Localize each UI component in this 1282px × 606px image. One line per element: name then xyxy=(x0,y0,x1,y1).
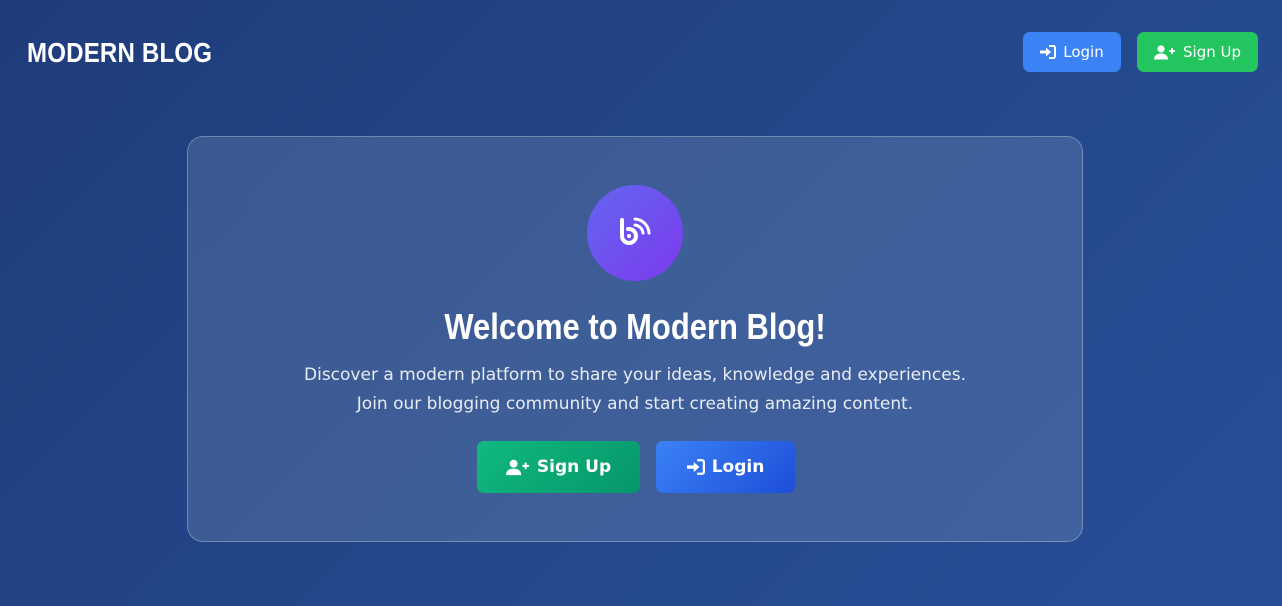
top-nav: Login Sign Up xyxy=(1023,32,1258,72)
user-plus-icon xyxy=(1154,44,1176,60)
cta-buttons: Sign Up Login xyxy=(188,441,1082,493)
header-login-label: Login xyxy=(1063,43,1104,61)
description-line: Join our blogging community and start cr… xyxy=(356,394,914,414)
description-line: Discover a modern platform to share your… xyxy=(304,365,966,385)
login-button[interactable]: Login xyxy=(656,441,795,493)
login-label: Login xyxy=(711,457,765,477)
welcome-description: Discover a modern platform to share your… xyxy=(188,361,1082,419)
header-signup-button[interactable]: Sign Up xyxy=(1137,32,1258,72)
blog-icon xyxy=(618,216,652,250)
header-login-button[interactable]: Login xyxy=(1023,32,1121,72)
blog-logo xyxy=(587,185,683,281)
signup-label: Sign Up xyxy=(536,457,612,477)
user-plus-icon xyxy=(505,459,530,476)
signup-button[interactable]: Sign Up xyxy=(477,441,640,493)
welcome-card: Welcome to Modern Blog! Discover a moder… xyxy=(187,136,1083,542)
site-brand[interactable]: MODERN BLOG xyxy=(27,35,212,71)
sign-in-icon xyxy=(1040,45,1057,59)
header-signup-label: Sign Up xyxy=(1183,43,1241,61)
welcome-title: Welcome to Modern Blog! xyxy=(444,306,826,347)
sign-in-icon xyxy=(686,459,705,475)
